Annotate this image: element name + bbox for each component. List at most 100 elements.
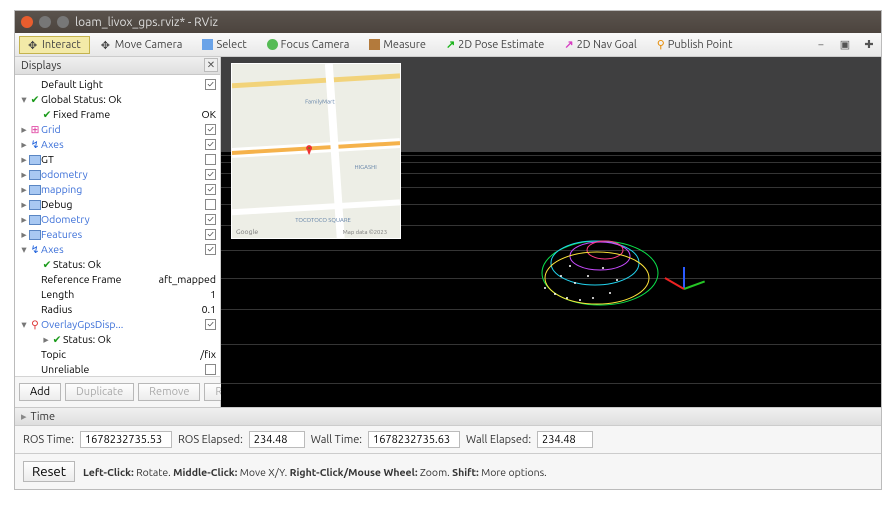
checkbox[interactable]: ✓ xyxy=(205,214,216,225)
panel-buttons: Add Duplicate Remove Rename xyxy=(15,376,220,407)
wall-time-label: Wall Time: xyxy=(311,434,362,446)
checkbox[interactable]: ✓ xyxy=(205,184,216,195)
arrow-pink-icon: ↗ xyxy=(564,38,573,51)
ros-elapsed-label: ROS Elapsed: xyxy=(178,434,243,446)
item-status-ok[interactable]: ✔Status: Ok xyxy=(19,257,216,272)
checkbox[interactable] xyxy=(205,154,216,165)
app-window: loam_livox_gps.rviz* - RViz ✥Interact ✥M… xyxy=(14,10,882,490)
displays-header[interactable]: Displays ✕ xyxy=(15,57,220,75)
displays-tree[interactable]: Default Light✓ ▾✔Global Status: Ok ✔Fixe… xyxy=(15,75,220,376)
item-default-light[interactable]: Default Light✓ xyxy=(19,77,216,92)
item-ref-frame[interactable]: Reference Frameaft_mapped xyxy=(19,272,216,287)
checkbox[interactable] xyxy=(205,199,216,210)
checkbox[interactable]: ✓ xyxy=(205,319,216,330)
svg-text:Google: Google xyxy=(236,228,258,236)
item-overlay-gps[interactable]: ▾⚲OverlayGpsDisp...✓ xyxy=(19,317,216,332)
item-gt[interactable]: ▸GT xyxy=(19,152,216,167)
window-title: loam_livox_gps.rviz* - RViz xyxy=(75,16,218,29)
hint-row: Reset Left-Click: Rotate. Middle-Click: … xyxy=(15,453,881,489)
panel-close-icon[interactable]: ✕ xyxy=(204,58,218,72)
move-camera-button[interactable]: ✥Move Camera xyxy=(92,36,192,54)
ruler-icon xyxy=(369,39,380,50)
folder-icon xyxy=(29,215,41,225)
close-icon[interactable] xyxy=(21,16,33,28)
item-odometry2[interactable]: ▸Odometry✓ xyxy=(19,212,216,227)
ok-icon: ✔ xyxy=(29,92,41,107)
checkbox[interactable]: ✓ xyxy=(205,244,216,255)
ros-time-label: ROS Time: xyxy=(23,434,74,446)
focus-camera-button[interactable]: Focus Camera xyxy=(258,36,359,54)
item-unreliable[interactable]: Unreliable xyxy=(19,362,216,376)
item-global-status[interactable]: ▾✔Global Status: Ok xyxy=(19,92,216,107)
3d-viewport[interactable]: FamilyMart HIGASHI TOCOTOCO SQUARE Googl… xyxy=(221,57,881,407)
toolbar-stack-icon[interactable]: ▣ xyxy=(837,37,853,53)
item-topic[interactable]: Topic/fix xyxy=(19,347,216,362)
checkbox[interactable]: ✓ xyxy=(205,124,216,135)
item-radius[interactable]: Radius0.1 xyxy=(19,302,216,317)
ros-time-field[interactable] xyxy=(80,431,172,448)
select-button[interactable]: Select xyxy=(193,36,255,54)
toolbar-minus-icon[interactable]: − xyxy=(813,37,829,53)
displays-panel: Displays ✕ Default Light✓ ▾✔Global Statu… xyxy=(15,57,221,407)
wall-time-field[interactable] xyxy=(368,431,460,448)
ok-icon: ✔ xyxy=(41,107,53,122)
item-status-ok2[interactable]: ▸✔Status: Ok xyxy=(19,332,216,347)
cursor-icon: ✥ xyxy=(28,39,39,50)
add-button[interactable]: Add xyxy=(19,383,61,401)
publish-point-button[interactable]: ⚲Publish Point xyxy=(648,35,742,54)
pose-estimate-button[interactable]: ↗2D Pose Estimate xyxy=(437,35,553,54)
focus-icon xyxy=(267,39,278,50)
move-icon: ✥ xyxy=(101,39,112,50)
toolbar-plus-icon[interactable]: ✚ xyxy=(861,37,877,53)
item-debug[interactable]: ▸Debug xyxy=(19,197,216,212)
checkbox[interactable] xyxy=(205,364,216,375)
item-axes2[interactable]: ▾↯Axes✓ xyxy=(19,242,216,257)
axes-icon: ↯ xyxy=(29,242,41,257)
folder-icon xyxy=(29,200,41,210)
item-grid[interactable]: ▸⊞Grid✓ xyxy=(19,122,216,137)
item-length[interactable]: Length1 xyxy=(19,287,216,302)
ok-icon: ✔ xyxy=(51,332,63,347)
ros-elapsed-field[interactable] xyxy=(249,431,305,448)
z-axis-icon xyxy=(683,267,685,289)
arrow-green-icon: ↗ xyxy=(446,38,455,51)
reset-button[interactable]: Reset xyxy=(23,461,75,482)
select-icon xyxy=(202,39,213,50)
item-axes[interactable]: ▸↯Axes✓ xyxy=(19,137,216,152)
item-fixed-frame[interactable]: ✔Fixed FrameOK xyxy=(19,107,216,122)
svg-text:Map data ©2023: Map data ©2023 xyxy=(343,229,387,236)
wall-elapsed-label: Wall Elapsed: xyxy=(466,434,531,446)
interact-button[interactable]: ✥Interact xyxy=(19,36,90,54)
folder-icon xyxy=(29,155,41,165)
titlebar: loam_livox_gps.rviz* - RViz xyxy=(15,11,881,33)
time-status-row: ROS Time: ROS Elapsed: Wall Time: Wall E… xyxy=(15,425,881,453)
svg-text:HIGASHI: HIGASHI xyxy=(355,164,377,171)
nav-goal-button[interactable]: ↗2D Nav Goal xyxy=(555,35,645,54)
axes-icon: ↯ xyxy=(29,137,41,152)
folder-icon xyxy=(29,185,41,195)
checkbox[interactable]: ✓ xyxy=(205,169,216,180)
checkbox[interactable]: ✓ xyxy=(205,139,216,150)
toolbar: ✥Interact ✥Move Camera Select Focus Came… xyxy=(15,33,881,57)
maximize-icon[interactable] xyxy=(57,16,69,28)
pin-icon: ⚲ xyxy=(657,38,665,51)
item-mapping[interactable]: ▸mapping✓ xyxy=(19,182,216,197)
grid-icon: ⊞ xyxy=(29,122,41,137)
item-odometry[interactable]: ▸odometry✓ xyxy=(19,167,216,182)
svg-text:FamilyMart: FamilyMart xyxy=(305,99,335,106)
folder-icon xyxy=(29,230,41,240)
time-panel-header[interactable]: ▸Time xyxy=(15,407,881,425)
wall-elapsed-field[interactable] xyxy=(537,431,593,448)
checkbox[interactable]: ✓ xyxy=(205,229,216,240)
checkbox[interactable]: ✓ xyxy=(205,79,216,90)
main-body: Displays ✕ Default Light✓ ▾✔Global Statu… xyxy=(15,57,881,407)
hint-text: Left-Click: Rotate. Middle-Click: Move X… xyxy=(83,466,547,478)
duplicate-button[interactable]: Duplicate xyxy=(65,383,134,401)
map-overlay: FamilyMart HIGASHI TOCOTOCO SQUARE Googl… xyxy=(231,63,401,239)
remove-button[interactable]: Remove xyxy=(138,383,200,401)
folder-icon xyxy=(29,170,41,180)
pin-icon: ⚲ xyxy=(29,317,41,332)
measure-button[interactable]: Measure xyxy=(360,36,435,54)
item-features[interactable]: ▸Features✓ xyxy=(19,227,216,242)
minimize-icon[interactable] xyxy=(39,16,51,28)
